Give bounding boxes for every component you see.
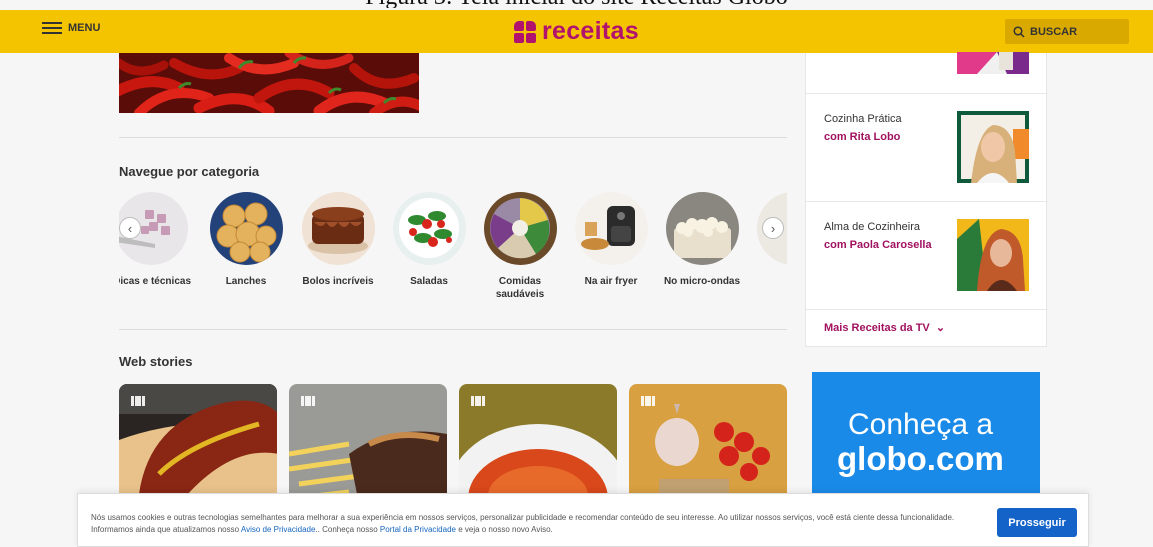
more-tv-recipes-link[interactable]: Mais Receitas da TV ⌄ <box>824 321 945 334</box>
show-title: Cozinha Prática <box>824 113 902 125</box>
privacy-notice-link[interactable]: Aviso de Privacidade <box>241 525 316 534</box>
cookie-text: Nós usamos cookies e outras tecnologias … <box>91 513 955 534</box>
sidebar-divider <box>806 93 1048 94</box>
category-label: Saladas <box>410 276 448 287</box>
story-icon <box>301 396 315 406</box>
category-image <box>483 192 557 265</box>
category-bolos-incriveis[interactable]: Bolos incríveis <box>298 192 378 288</box>
categories-title: Navegue por categoria <box>119 164 260 179</box>
story-icon <box>471 396 485 406</box>
proceed-button[interactable]: Prosseguir <box>997 508 1077 537</box>
category-comidas-saudaveis[interactable]: Comidas saudáveis <box>480 192 560 301</box>
hamburger-icon <box>42 22 62 34</box>
show-image-rita-lobo[interactable] <box>957 111 1029 183</box>
story-icon <box>131 396 145 406</box>
category-label: Bolos incríveis <box>302 276 374 287</box>
search-icon <box>1013 25 1025 38</box>
category-image <box>209 192 283 265</box>
carousel-prev-button[interactable]: ‹ <box>119 217 141 239</box>
show-cozinha-pratica[interactable]: Cozinha Prática com Rita Lobo <box>824 113 902 143</box>
web-story-card[interactable] <box>629 384 787 504</box>
globo-ad-banner[interactable]: Conheça a globo.com <box>812 372 1040 502</box>
web-stories-title: Web stories <box>119 354 193 369</box>
show-title: Alma de Cozinheira <box>824 221 920 233</box>
web-story-card[interactable] <box>459 384 617 504</box>
chevron-left-icon: ‹ <box>127 220 133 236</box>
search-label: BUSCAR <box>1030 25 1078 38</box>
divider <box>119 137 787 138</box>
show-host: com Rita Lobo <box>824 131 901 143</box>
menu-label: MENU <box>68 22 101 34</box>
show-image-paola-carosella[interactable] <box>957 219 1029 291</box>
show-host: com Paola Carosella <box>824 239 932 251</box>
search-button[interactable]: BUSCAR <box>1005 19 1129 44</box>
sidebar-divider <box>806 201 1048 202</box>
category-saladas[interactable]: Saladas <box>389 192 469 288</box>
show-image-partial[interactable] <box>957 52 1029 74</box>
tv-shows-sidebar: Cozinha Prática com Rita Lobo Alma de Co… <box>805 52 1048 347</box>
site-logo[interactable]: receitas <box>514 17 639 46</box>
category-image <box>392 192 466 265</box>
show-alma-de-cozinheira[interactable]: Alma de Cozinheira com Paola Carosella <box>824 221 932 251</box>
article-image-peppers[interactable] <box>119 53 419 113</box>
web-story-card[interactable] <box>119 384 277 504</box>
cookie-banner: Nós usamos cookies e outras tecnologias … <box>77 493 1089 547</box>
privacy-portal-link[interactable]: Portal da Privacidade <box>380 525 456 534</box>
category-label: No micro-ondas <box>663 276 741 287</box>
ad-line-1: Conheça a <box>848 408 994 441</box>
top-bar: MENU receitas BUSCAR <box>0 10 1153 53</box>
category-no-micro-ondas[interactable]: No micro-ondas <box>662 192 742 288</box>
logo-mark-icon <box>514 20 536 43</box>
menu-button[interactable]: MENU <box>42 22 100 34</box>
category-label: Comidas saudáveis <box>495 276 545 300</box>
category-image <box>574 192 648 265</box>
category-na-air-fryer[interactable]: Na air fryer <box>571 192 651 288</box>
carousel-next-button[interactable]: › <box>762 217 784 239</box>
category-label: Lanches <box>225 276 267 287</box>
sidebar-divider <box>806 309 1048 310</box>
category-image <box>301 192 375 265</box>
chevron-down-icon: ⌄ <box>935 322 946 334</box>
web-story-card[interactable] <box>289 384 447 504</box>
category-lanches[interactable]: Lanches <box>206 192 286 288</box>
category-label: Na air fryer <box>584 276 638 287</box>
figure-caption: Figura 3: Tela inicial do site Receitas … <box>0 0 1153 8</box>
story-icon <box>641 396 655 406</box>
logo-text: receitas <box>542 17 639 45</box>
divider <box>119 329 787 330</box>
ad-line-2: globo.com <box>837 440 1004 477</box>
chevron-right-icon: › <box>770 220 776 236</box>
category-image <box>665 192 739 265</box>
category-carousel: Dicas e técnicas Lanches Bolos incríveis… <box>119 192 787 312</box>
more-tv-label: Mais Receitas da TV <box>824 322 930 334</box>
category-dicas-e-tecnicas[interactable]: Dicas e técnicas <box>119 192 191 288</box>
category-label: Dicas e técnicas <box>119 276 191 287</box>
